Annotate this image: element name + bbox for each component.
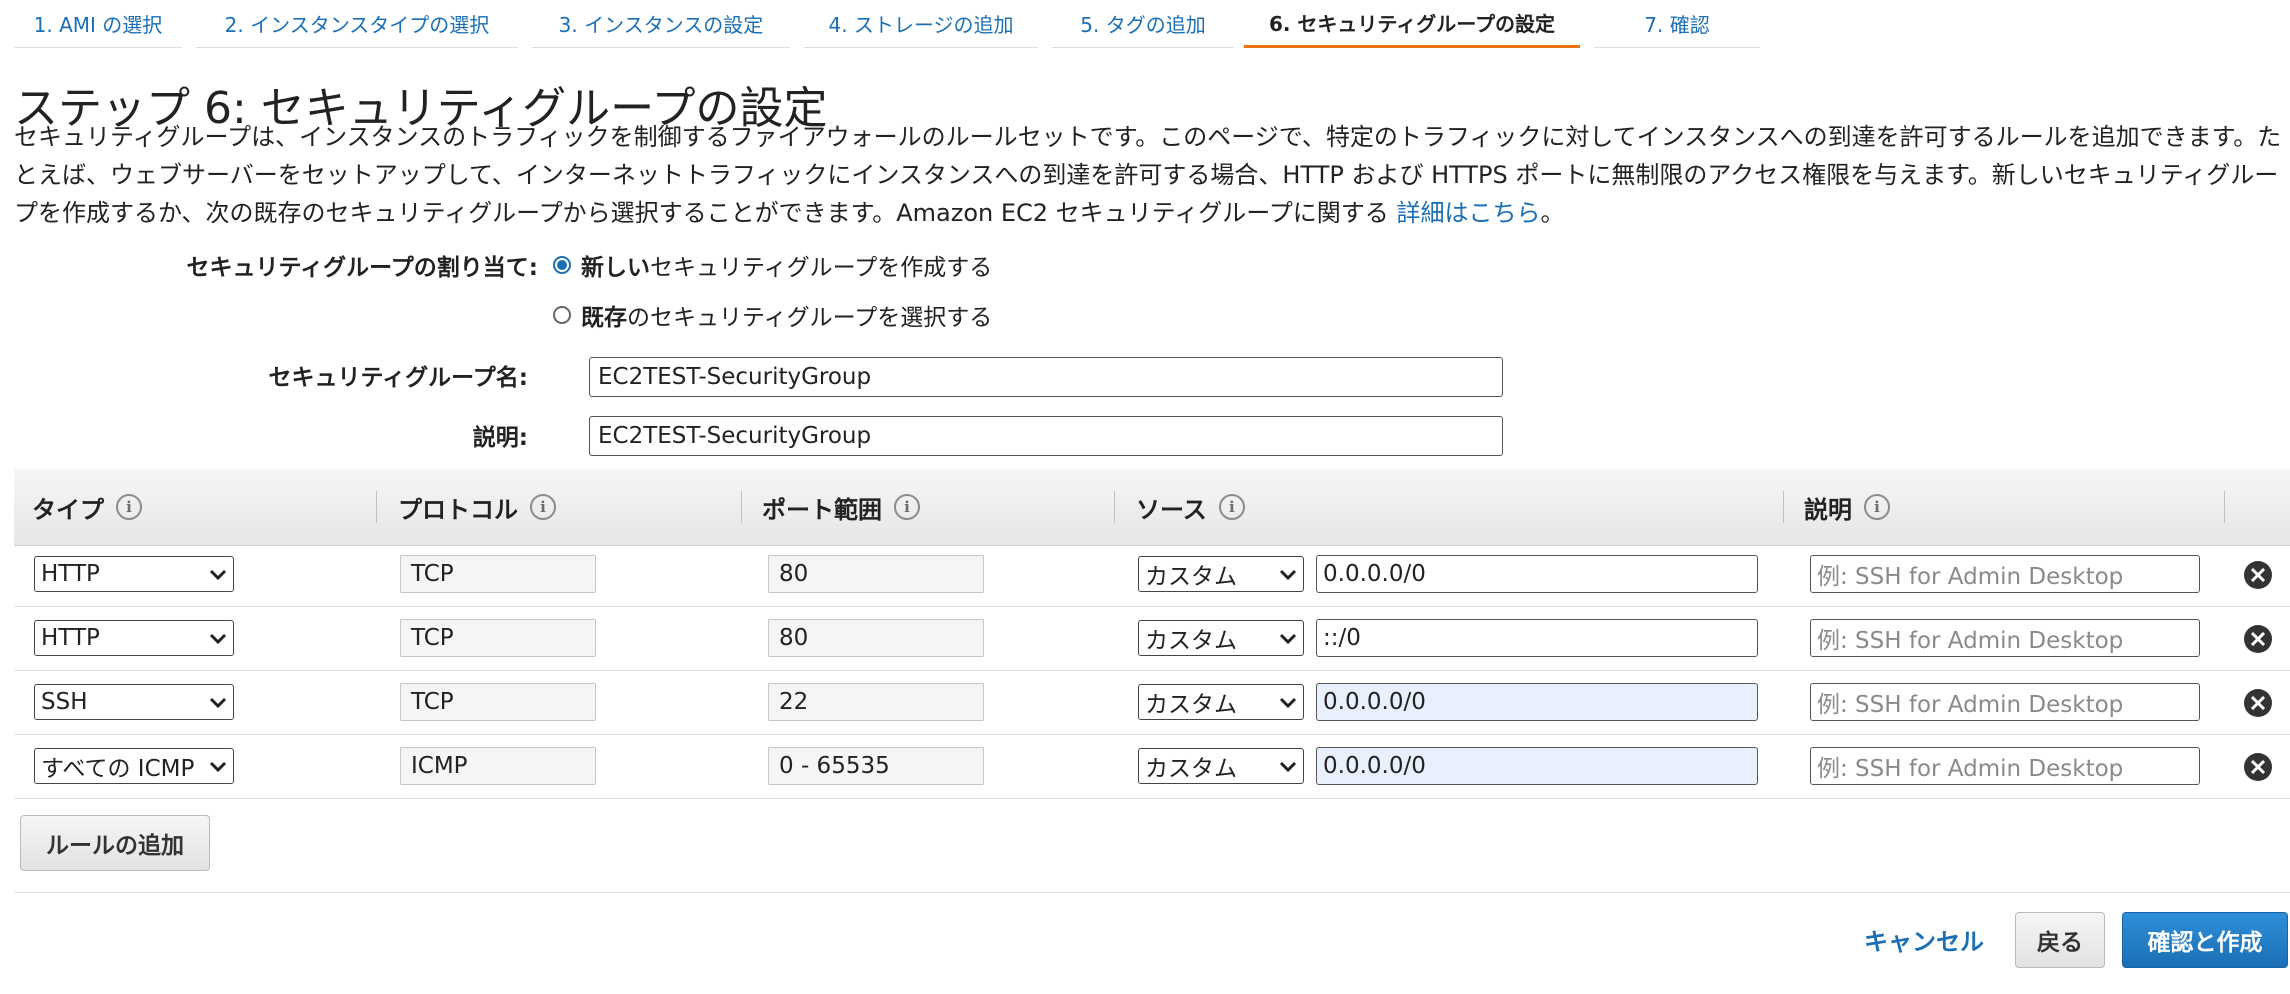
group-description-label: 説明: (472, 425, 528, 451)
header-protocol: プロトコル i (398, 469, 556, 545)
tab-review[interactable]: 7. 確認 (1594, 0, 1760, 48)
radio-unselected-icon[interactable] (553, 306, 571, 324)
chevron-down-icon (1279, 569, 1297, 581)
header-source: ソース i (1136, 469, 1245, 545)
cancel-button[interactable]: キャンセル (1864, 922, 1984, 957)
delete-rule-icon[interactable] (2242, 687, 2274, 719)
description-period: 。 (1540, 199, 1565, 227)
radio-new-label: セキュリティグループを作成する (650, 255, 993, 281)
radio-existing-bold: 既存 (581, 305, 627, 331)
chevron-down-icon (1279, 697, 1297, 709)
rules-table-header: タイプ i プロトコル i ポート範囲 i ソース i 説明 i (14, 469, 2290, 546)
protocol-field: ICMP (400, 747, 596, 785)
table-row: すべての ICMP ICMP 0 - 65535 カスタム 0.0.0.0/0 … (14, 734, 2290, 799)
source-cidr-input[interactable]: 0.0.0.0/0 (1316, 555, 1758, 593)
delete-rule-icon[interactable] (2242, 623, 2274, 655)
page-description: セキュリティグループは、インスタンスのトラフィックを制御するファイアウォールのル… (14, 118, 2290, 232)
chevron-down-icon (209, 761, 227, 773)
table-row: HTTP TCP 80 カスタム 0.0.0.0/0 例: SSH for Ad… (14, 542, 2290, 607)
radio-new-group[interactable]: 新しい セキュリティグループを作成する (553, 248, 992, 282)
source-cidr-input[interactable]: 0.0.0.0/0 (1316, 747, 1758, 785)
description-text: セキュリティグループは、インスタンスのトラフィックを制御するファイアウォールのル… (14, 123, 2282, 227)
source-type-select[interactable]: カスタム (1138, 556, 1304, 592)
delete-rule-icon[interactable] (2242, 751, 2274, 783)
protocol-field: TCP (400, 619, 596, 657)
source-cidr-input[interactable]: 0.0.0.0/0 (1316, 683, 1758, 721)
tab-storage[interactable]: 4. ストレージの追加 (804, 0, 1038, 48)
header-type: タイプ i (32, 469, 142, 545)
tab-security-group[interactable]: 6. セキュリティグループの設定 (1244, 0, 1580, 48)
radio-existing-group[interactable]: 既存 のセキュリティグループを選択する (553, 298, 992, 332)
port-range-field: 80 (768, 619, 984, 657)
header-port-range: ポート範囲 i (762, 469, 920, 545)
rule-description-input[interactable]: 例: SSH for Admin Desktop (1810, 555, 2200, 593)
table-row: SSH TCP 22 カスタム 0.0.0.0/0 例: SSH for Adm… (14, 670, 2290, 735)
rule-description-input[interactable]: 例: SSH for Admin Desktop (1810, 683, 2200, 721)
info-icon[interactable]: i (894, 494, 920, 520)
learn-more-link[interactable]: 詳細はこちら (1396, 199, 1540, 227)
rule-description-input[interactable]: 例: SSH for Admin Desktop (1810, 619, 2200, 657)
group-name-label: セキュリティグループ名: (268, 365, 528, 391)
add-rule-button[interactable]: ルールの追加 (20, 815, 210, 871)
header-description: 説明 i (1804, 469, 1890, 545)
tab-instance-type[interactable]: 2. インスタンスタイプの選択 (196, 0, 518, 48)
assignment-label: セキュリティグループの割り当て: (186, 255, 538, 281)
protocol-field: TCP (400, 683, 596, 721)
rule-description-input[interactable]: 例: SSH for Admin Desktop (1810, 747, 2200, 785)
source-type-select[interactable]: カスタム (1138, 620, 1304, 656)
source-cidr-input[interactable]: ::/0 (1316, 619, 1758, 657)
chevron-down-icon (1279, 633, 1297, 645)
info-icon[interactable]: i (1218, 494, 1245, 520)
protocol-field: TCP (400, 555, 596, 593)
type-select[interactable]: HTTP (34, 556, 234, 592)
port-range-field: 0 - 65535 (768, 747, 984, 785)
group-description-input[interactable]: EC2TEST-SecurityGroup (589, 416, 1503, 456)
chevron-down-icon (209, 697, 227, 709)
info-icon[interactable]: i (116, 494, 142, 520)
chevron-down-icon (209, 569, 227, 581)
info-icon[interactable]: i (530, 494, 556, 520)
source-type-select[interactable]: カスタム (1138, 748, 1304, 784)
type-select[interactable]: SSH (34, 684, 234, 720)
radio-selected-icon[interactable] (553, 256, 571, 274)
footer-divider (14, 892, 2290, 893)
port-range-field: 22 (768, 683, 984, 721)
delete-rule-icon[interactable] (2242, 559, 2274, 591)
radio-new-bold: 新しい (581, 255, 650, 281)
info-icon[interactable]: i (1864, 494, 1890, 520)
type-select[interactable]: すべての ICMP (34, 748, 234, 784)
tab-ami[interactable]: 1. AMI の選択 (14, 0, 182, 48)
tab-instance-config[interactable]: 3. インスタンスの設定 (532, 0, 790, 48)
tab-tags[interactable]: 5. タグの追加 (1052, 0, 1234, 48)
group-name-input[interactable]: EC2TEST-SecurityGroup (589, 357, 1503, 397)
port-range-field: 80 (768, 555, 984, 593)
table-row: HTTP TCP 80 カスタム ::/0 例: SSH for Admin D… (14, 606, 2290, 671)
review-and-launch-button[interactable]: 確認と作成 (2122, 912, 2288, 968)
back-button[interactable]: 戻る (2015, 912, 2105, 968)
type-select[interactable]: HTTP (34, 620, 234, 656)
chevron-down-icon (1279, 761, 1297, 773)
chevron-down-icon (209, 633, 227, 645)
radio-existing-label: のセキュリティグループを選択する (627, 305, 993, 331)
source-type-select[interactable]: カスタム (1138, 684, 1304, 720)
